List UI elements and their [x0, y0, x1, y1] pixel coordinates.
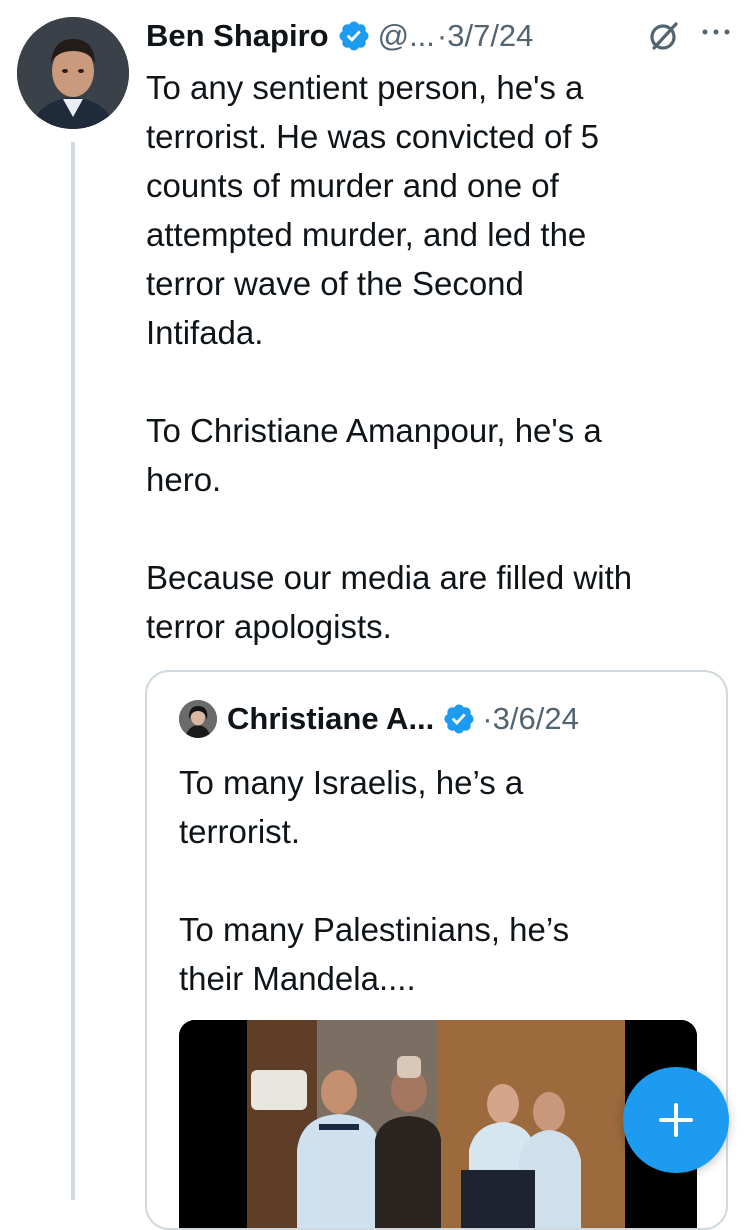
- grok-icon[interactable]: [646, 18, 682, 54]
- profile-photo: [179, 700, 217, 738]
- quoted-tweet-date: ·3/6/24: [482, 701, 579, 736]
- compose-button[interactable]: [623, 1067, 729, 1173]
- plus-icon: [659, 1103, 693, 1137]
- author-handle[interactable]: @...: [378, 18, 435, 54]
- quoted-author-avatar: [179, 700, 217, 738]
- verified-badge-icon: [339, 21, 369, 51]
- quoted-tweet-media[interactable]: [179, 1020, 697, 1228]
- video-thumbnail: [179, 1020, 697, 1228]
- quoted-author-name: Christiane A...: [227, 701, 435, 736]
- profile-photo: [17, 17, 129, 129]
- author-name[interactable]: Ben Shapiro: [146, 18, 329, 54]
- author-avatar[interactable]: [17, 17, 129, 129]
- tweet-date[interactable]: ·3/7/24: [437, 18, 534, 54]
- verified-badge-icon: [444, 704, 474, 734]
- tweet-text: To any sentient person, he's a terrorist…: [146, 69, 633, 645]
- thread-connector-line: [71, 142, 75, 1200]
- quoted-tweet-text: To many Israelis, he’s a terrorist. To m…: [179, 764, 570, 997]
- tweet-header: Ben Shapiro @... ·3/7/24: [146, 10, 736, 62]
- quoted-tweet-header: Christiane A... ·3/6/24: [179, 700, 579, 738]
- more-options-icon[interactable]: [698, 22, 734, 42]
